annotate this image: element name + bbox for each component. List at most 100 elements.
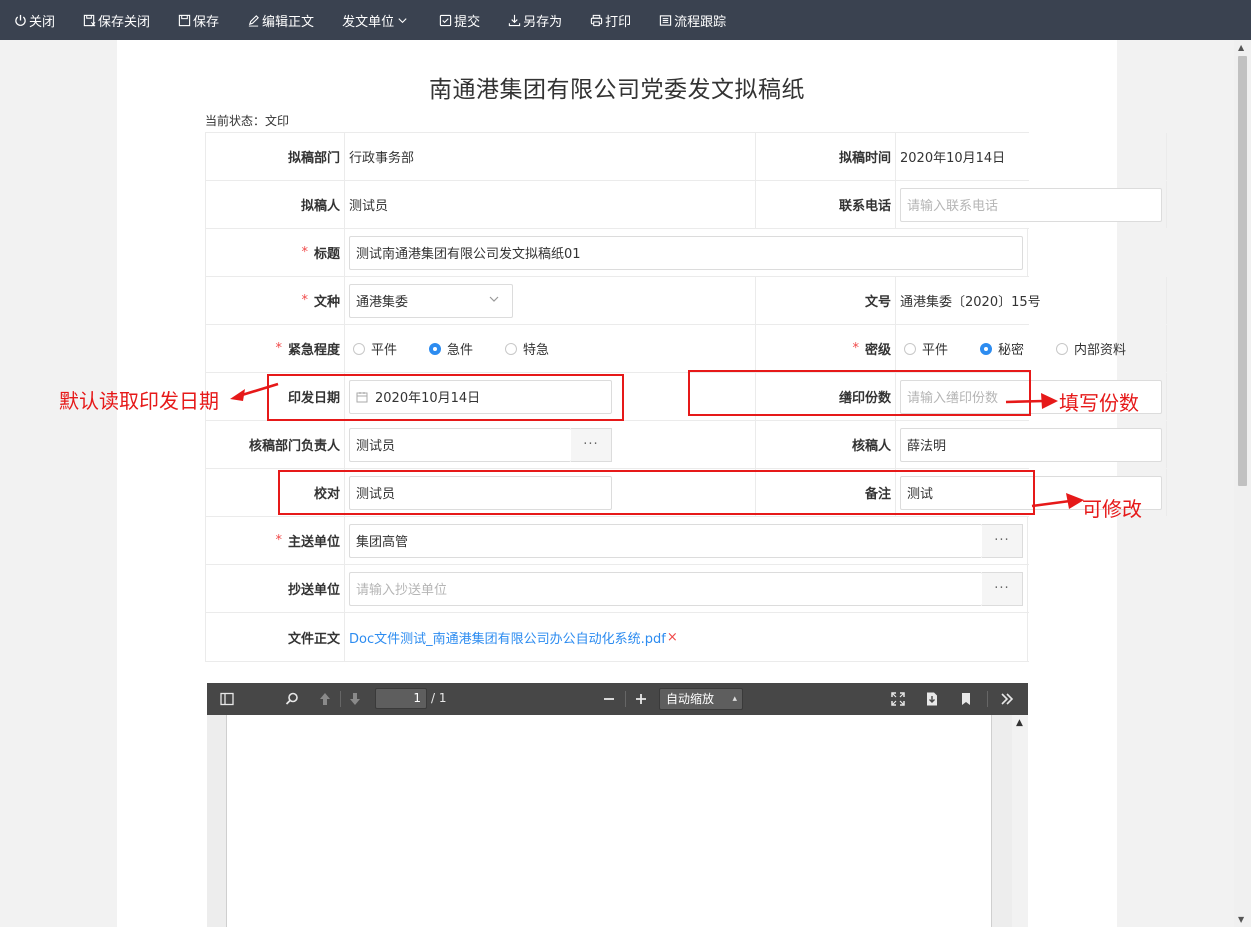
doc-no-value: 通港集委〔2020〕15号 (896, 277, 1167, 324)
checker-label: 核稿人 (756, 421, 896, 468)
save-label: 保存 (193, 14, 220, 30)
zoom-in-icon[interactable] (633, 691, 649, 707)
scroll-up-arrow-icon[interactable]: ▲ (1238, 43, 1244, 52)
power-icon (14, 14, 27, 27)
title-cell: 测试南通港集团有限公司发文拟稿纸01 (345, 229, 1028, 276)
title-label: * 标题 (206, 229, 345, 276)
save-button[interactable]: 保存 (164, 0, 233, 40)
checker-input[interactable]: 薛法明 (900, 427, 1162, 462)
arrow-left-icon (230, 382, 279, 401)
save-close-label: 保存关闭 (98, 14, 151, 30)
secret-option-secret[interactable]: 秘密 (976, 339, 1024, 358)
form-row: * 主送单位 集团高管 ··· (206, 517, 1029, 565)
doc-type-select[interactable]: 通港集委 (349, 283, 513, 318)
chevron-down-icon (488, 293, 500, 308)
check-icon (439, 14, 452, 27)
search-icon[interactable] (284, 691, 300, 707)
page-title: 南通港集团有限公司党委发文拟稿纸 (429, 77, 805, 103)
fullscreen-icon[interactable] (890, 691, 906, 707)
save-close-icon (83, 14, 96, 27)
form-row: 核稿部门负责人 测试员 ··· 核稿人 薛法明 (206, 421, 1167, 469)
pdf-scrollbar[interactable]: ▲ (1012, 715, 1028, 927)
zoom-out-icon[interactable] (601, 691, 617, 707)
arrow-right-icon (1005, 393, 1058, 409)
save-icon (178, 14, 191, 27)
urgency-option-urgent[interactable]: 急件 (425, 339, 473, 358)
phone-cell: 请输入联系电话 (896, 181, 1167, 228)
save-as-button[interactable]: 另存为 (494, 0, 576, 40)
sidebar-toggle-icon[interactable] (219, 691, 235, 707)
previous-page-icon[interactable] (317, 691, 333, 707)
chevron-down-icon (396, 14, 409, 27)
top-toolbar: 关闭 保存关闭 保存 编辑正文 发文单位 提交 另存为 打印 流程跟踪 (0, 0, 1251, 40)
secret-option-internal[interactable]: 内部资料 (1052, 339, 1126, 358)
submit-label: 提交 (454, 14, 481, 30)
print-label: 打印 (605, 14, 632, 30)
form-row: * 紧急程度 平件 急件 特急 * 密级 平件 秘密 内部资料 (206, 325, 1167, 373)
secret-radio-group: 平件 秘密 内部资料 (900, 339, 1126, 358)
body-file-link[interactable]: Doc文件测试_南通港集团有限公司办公自动化系统.pdf (349, 628, 666, 647)
reviewer-head-input[interactable]: 测试员 (349, 427, 571, 462)
cc-input[interactable]: 请输入抄送单位 (349, 571, 982, 606)
cc-picker-button[interactable]: ··· (982, 571, 1023, 606)
save-as-label: 另存为 (523, 14, 563, 30)
annotation-print-date: 默认读取印发日期 (59, 389, 219, 413)
edit-body-button[interactable]: 编辑正文 (233, 0, 328, 40)
cc-label: 抄送单位 (206, 565, 345, 612)
issuing-unit-label: 发文单位 (342, 14, 395, 30)
form-row: 拟稿部门 行政事务部 拟稿时间 2020年10月14日 (206, 133, 1167, 181)
page-total: / 1 (431, 691, 447, 705)
print-icon (590, 14, 603, 27)
urgency-option-extra-urgent[interactable]: 特急 (501, 339, 549, 358)
close-label: 关闭 (29, 14, 56, 30)
toolbar-separator (987, 691, 988, 707)
pdf-page (226, 715, 992, 927)
bookmark-icon[interactable] (958, 691, 974, 707)
highlight-proof-remark (278, 470, 1035, 515)
urgency-cell: 平件 急件 特急 (345, 325, 756, 372)
reviewer-head-picker-button[interactable]: ··· (571, 427, 612, 462)
submit-button[interactable]: 提交 (425, 0, 494, 40)
window-scrollbar[interactable]: ▲ ▼ (1234, 40, 1251, 927)
more-tools-icon[interactable] (999, 691, 1015, 707)
secret-cell: 平件 秘密 内部资料 (896, 325, 1167, 372)
scrollbar-thumb[interactable] (1238, 56, 1247, 486)
draft-time-label: 拟稿时间 (756, 133, 896, 180)
urgency-radio-group: 平件 急件 特急 (349, 339, 577, 358)
edit-icon (247, 14, 260, 27)
urgency-option-normal[interactable]: 平件 (349, 339, 397, 358)
phone-label: 联系电话 (756, 181, 896, 228)
flow-tracking-button[interactable]: 流程跟踪 (645, 0, 740, 40)
edit-body-label: 编辑正文 (262, 14, 315, 30)
form-row: * 标题 测试南通港集团有限公司发文拟稿纸01 (206, 229, 1029, 277)
select-arrows-icon: ▴ (732, 694, 737, 704)
download-icon[interactable] (924, 691, 940, 707)
arrow-right-icon (1031, 493, 1084, 509)
drafter-label: 拟稿人 (206, 181, 345, 228)
pdf-viewer-body: ▲ (207, 715, 1028, 927)
title-input[interactable]: 测试南通港集团有限公司发文拟稿纸01 (349, 235, 1023, 270)
remove-file-icon[interactable]: × (667, 630, 678, 645)
secret-option-normal[interactable]: 平件 (900, 339, 948, 358)
issuing-unit-dropdown[interactable]: 发文单位 (328, 0, 425, 40)
form-row: * 文种 通港集委 文号 通港集委〔2020〕15号 (206, 277, 1167, 325)
phone-input[interactable]: 请输入联系电话 (900, 187, 1162, 222)
pdf-toolbar: 1 / 1 自动缩放 ▴ (207, 683, 1028, 715)
next-page-icon[interactable] (347, 691, 363, 707)
zoom-select[interactable]: 自动缩放 ▴ (659, 688, 743, 710)
annotation-copies: 填写份数 (1059, 391, 1139, 415)
highlight-print-date (267, 374, 624, 421)
reviewer-head-cell: 测试员 ··· (345, 421, 756, 468)
form-row: 抄送单位 请输入抄送单位 ··· (206, 565, 1029, 613)
scroll-up-arrow-icon[interactable]: ▲ (1016, 718, 1023, 728)
scroll-down-arrow-icon[interactable]: ▼ (1238, 915, 1244, 924)
save-close-button[interactable]: 保存关闭 (69, 0, 164, 40)
print-button[interactable]: 打印 (576, 0, 645, 40)
body-file-label: 文件正文 (206, 613, 345, 661)
close-button[interactable]: 关闭 (0, 0, 69, 40)
list-icon (659, 14, 672, 27)
page-number-input[interactable]: 1 (375, 688, 427, 709)
main-recipient-picker-button[interactable]: ··· (982, 523, 1023, 558)
main-recipient-input[interactable]: 集团高管 (349, 523, 982, 558)
form-row: 文件正文 Doc文件测试_南通港集团有限公司办公自动化系统.pdf × (206, 613, 1029, 662)
